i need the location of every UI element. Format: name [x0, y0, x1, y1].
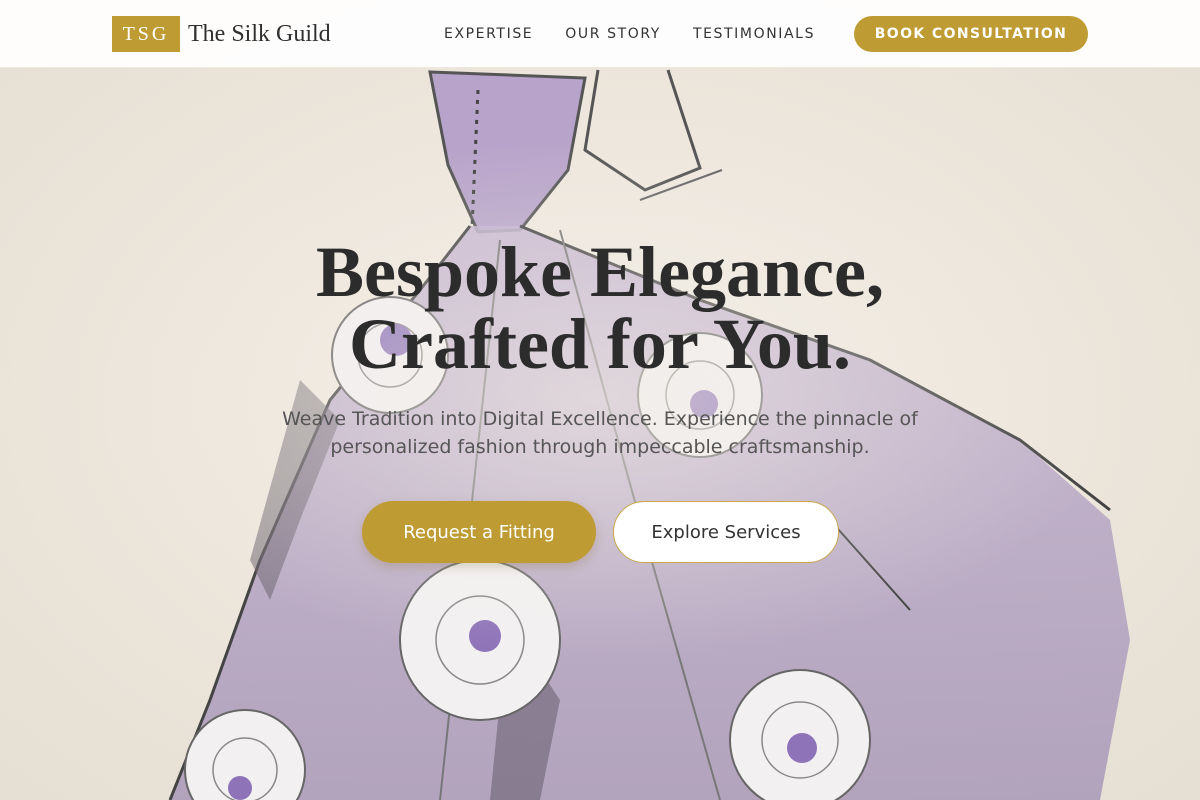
logo-mark: TSG	[112, 16, 180, 52]
hero-title-line-1: Bespoke Elegance,	[316, 232, 884, 312]
nav-link-our-story[interactable]: OUR STORY	[565, 26, 661, 42]
nav-link-testimonials[interactable]: TESTIMONIALS	[693, 26, 815, 42]
brand-name: The Silk Guild	[188, 20, 331, 47]
site-header: TSG The Silk Guild EXPERTISE OUR STORY T…	[0, 0, 1200, 68]
hero-overlay	[0, 0, 1200, 800]
brand-logo[interactable]: TSG The Silk Guild	[112, 16, 331, 52]
explore-services-button[interactable]: Explore Services	[613, 501, 839, 563]
hero-title: Bespoke Elegance, Crafted for You.	[0, 236, 1200, 380]
hero-subtitle-line-1: Weave Tradition into Digital Excellence.…	[282, 408, 918, 430]
nav-link-expertise[interactable]: EXPERTISE	[444, 26, 533, 42]
main-nav: EXPERTISE OUR STORY TESTIMONIALS	[444, 0, 847, 68]
hero-subtitle: Weave Tradition into Digital Excellence.…	[250, 405, 950, 461]
hero-title-line-2: Crafted for You.	[349, 304, 851, 384]
book-consultation-button[interactable]: BOOK CONSULTATION	[854, 16, 1088, 52]
request-fitting-button[interactable]: Request a Fitting	[362, 501, 596, 563]
hero-subtitle-line-2: personalized fashion through impeccable …	[330, 436, 870, 458]
